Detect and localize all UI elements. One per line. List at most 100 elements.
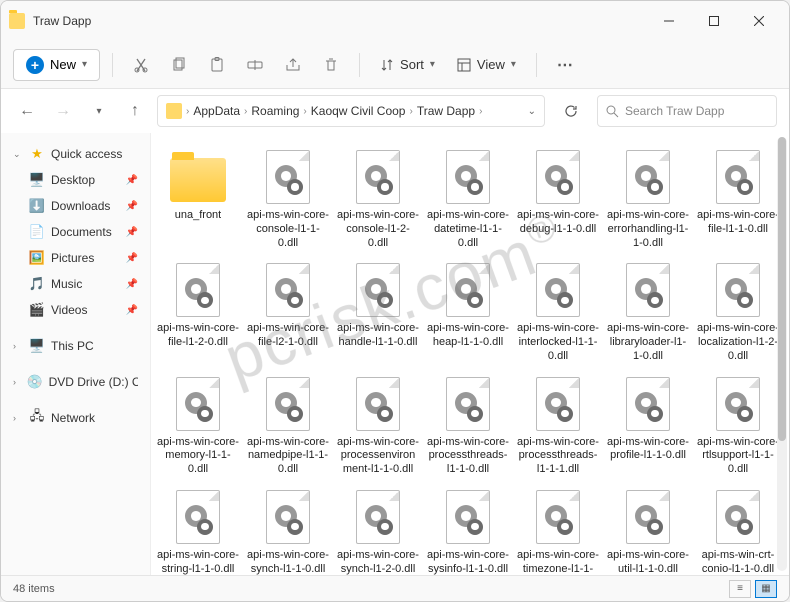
chevron-right-icon: ›: [13, 341, 23, 351]
gear-icon: [377, 406, 393, 422]
file-label: api-ms-win-core-localization-l1-2-0.dll: [697, 322, 779, 363]
rename-button[interactable]: [239, 49, 271, 81]
search-input[interactable]: Search Traw Dapp: [597, 95, 777, 127]
item-count: 48 items: [13, 583, 55, 595]
breadcrumb-item[interactable]: Roaming: [251, 104, 299, 118]
sidebar-item[interactable]: 🎬Videos📌: [5, 297, 146, 323]
sidebar-dvd[interactable]: › 💿 DVD Drive (D:) CCCC: [5, 369, 146, 395]
file-item[interactable]: api-ms-win-core-errorhandling-l1-1-0.dll: [605, 145, 691, 254]
file-label: api-ms-win-core-libraryloader-l1-1-0.dll: [607, 322, 689, 363]
breadcrumb-item[interactable]: AppData: [193, 104, 240, 118]
dll-icon: [626, 263, 670, 317]
maximize-button[interactable]: [691, 6, 736, 36]
file-item[interactable]: api-ms-win-core-synch-l1-1-0.dll: [245, 485, 331, 575]
dll-icon: [536, 490, 580, 544]
file-item[interactable]: api-ms-win-core-util-l1-1-0.dll: [605, 485, 691, 575]
file-item[interactable]: api-ms-win-core-datetime-l1-1-0.dll: [425, 145, 511, 254]
new-button[interactable]: + New ▾: [13, 49, 100, 81]
gear-icon: [737, 519, 753, 535]
refresh-button[interactable]: [557, 97, 585, 125]
file-label: api-ms-win-core-synch-l1-2-0.dll: [337, 549, 419, 575]
chevron-right-icon: ›: [13, 413, 23, 423]
file-item[interactable]: api-ms-win-core-namedpipe-l1-1-0.dll: [245, 372, 331, 481]
chevron-down-icon[interactable]: ⌄: [528, 106, 536, 117]
dll-icon: [266, 490, 310, 544]
copy-button[interactable]: [163, 49, 195, 81]
sidebar-item[interactable]: 📄Documents📌: [5, 219, 146, 245]
share-button[interactable]: [277, 49, 309, 81]
scrollbar[interactable]: [777, 137, 787, 571]
file-item[interactable]: api-ms-win-core-file-l2-1-0.dll: [245, 258, 331, 367]
gear-icon: [467, 292, 483, 308]
file-item[interactable]: api-ms-win-core-console-l1-1-0.dll: [245, 145, 331, 254]
view-button[interactable]: View ▾: [449, 53, 524, 76]
more-button[interactable]: ⋯: [549, 49, 581, 81]
file-item[interactable]: api-ms-win-core-sysinfo-l1-1-0.dll: [425, 485, 511, 575]
file-label: api-ms-win-core-heap-l1-1-0.dll: [427, 322, 509, 350]
cut-button[interactable]: [125, 49, 157, 81]
scroll-thumb[interactable]: [778, 137, 786, 441]
breadcrumb[interactable]: › AppData › Roaming › Kaoqw Civil Coop ›…: [157, 95, 545, 127]
file-item[interactable]: api-ms-win-core-profile-l1-1-0.dll: [605, 372, 691, 481]
file-item[interactable]: api-ms-win-core-processthreads-l1-1-0.dl…: [425, 372, 511, 481]
minimize-button[interactable]: [646, 6, 691, 36]
gear-icon: [197, 292, 213, 308]
sidebar-quick-access[interactable]: ⌄ ★ Quick access: [5, 141, 146, 167]
paste-button[interactable]: [201, 49, 233, 81]
content-area: ⌄ ★ Quick access 🖥️Desktop📌⬇️Downloads📌📄…: [1, 133, 789, 575]
file-item[interactable]: api-ms-win-core-timezone-l1-1-0.dll: [515, 485, 601, 575]
file-item[interactable]: api-ms-win-core-processthreads-l1-1-1.dl…: [515, 372, 601, 481]
file-icon-wrap: [620, 489, 676, 545]
file-item[interactable]: api-ms-win-core-console-l1-2-0.dll: [335, 145, 421, 254]
file-icon-wrap: [620, 149, 676, 205]
file-item[interactable]: api-ms-win-core-heap-l1-1-0.dll: [425, 258, 511, 367]
sidebar-item[interactable]: ⬇️Downloads📌: [5, 193, 146, 219]
delete-button[interactable]: [315, 49, 347, 81]
file-item[interactable]: api-ms-win-core-libraryloader-l1-1-0.dll: [605, 258, 691, 367]
gear-icon: [647, 179, 663, 195]
sidebar-this-pc[interactable]: › 🖥️ This PC: [5, 333, 146, 359]
file-label: api-ms-win-core-namedpipe-l1-1-0.dll: [247, 436, 329, 477]
file-item[interactable]: api-ms-win-core-debug-l1-1-0.dll: [515, 145, 601, 254]
breadcrumb-item[interactable]: Kaoqw Civil Coop: [311, 104, 406, 118]
details-view-toggle[interactable]: ≡: [729, 580, 751, 598]
file-item[interactable]: api-ms-win-core-interlocked-l1-1-0.dll: [515, 258, 601, 367]
close-button[interactable]: [736, 6, 781, 36]
file-item[interactable]: api-ms-win-core-file-l1-1-0.dll: [695, 145, 781, 254]
folder-item[interactable]: una_front: [155, 145, 241, 254]
file-icon-wrap: [710, 376, 766, 432]
file-item[interactable]: api-ms-win-core-memory-l1-1-0.dll: [155, 372, 241, 481]
sidebar-item[interactable]: 🖥️Desktop📌: [5, 167, 146, 193]
dll-icon: [356, 377, 400, 431]
file-item[interactable]: api-ms-win-core-file-l1-2-0.dll: [155, 258, 241, 367]
breadcrumb-item[interactable]: Traw Dapp: [417, 104, 475, 118]
forward-button[interactable]: →: [49, 97, 77, 125]
plus-icon: +: [26, 56, 44, 74]
up-button[interactable]: ↑: [121, 97, 149, 125]
recent-button[interactable]: ▾: [85, 97, 113, 125]
sidebar-network[interactable]: › 🖧 Network: [5, 405, 146, 431]
files-view[interactable]: una_frontapi-ms-win-core-console-l1-1-0.…: [151, 133, 789, 575]
file-item[interactable]: api-ms-win-core-handle-l1-1-0.dll: [335, 258, 421, 367]
file-item[interactable]: api-ms-win-core-rtlsupport-l1-1-0.dll: [695, 372, 781, 481]
folder-icon: [170, 158, 226, 202]
back-button[interactable]: ←: [13, 97, 41, 125]
sort-button[interactable]: Sort ▾: [372, 53, 443, 76]
file-item[interactable]: api-ms-win-crt-conio-l1-1-0.dll: [695, 485, 781, 575]
file-item[interactable]: api-ms-win-core-string-l1-1-0.dll: [155, 485, 241, 575]
icons-view-toggle[interactable]: ▦: [755, 580, 777, 598]
file-item[interactable]: api-ms-win-core-synch-l1-2-0.dll: [335, 485, 421, 575]
sidebar-item[interactable]: 🎵Music📌: [5, 271, 146, 297]
gear-icon: [647, 406, 663, 422]
gear-icon: [377, 519, 393, 535]
file-item[interactable]: api-ms-win-core-processenvironment-l1-1-…: [335, 372, 421, 481]
item-icon: 🖥️: [29, 172, 45, 188]
pc-icon: 🖥️: [29, 338, 45, 354]
sidebar-item-label: Desktop: [51, 173, 95, 187]
file-item[interactable]: api-ms-win-core-localization-l1-2-0.dll: [695, 258, 781, 367]
chevron-down-icon: ▾: [82, 59, 87, 70]
file-icon-wrap: [530, 376, 586, 432]
dll-icon: [716, 263, 760, 317]
sidebar-item[interactable]: 🖼️Pictures📌: [5, 245, 146, 271]
gear-icon: [467, 519, 483, 535]
